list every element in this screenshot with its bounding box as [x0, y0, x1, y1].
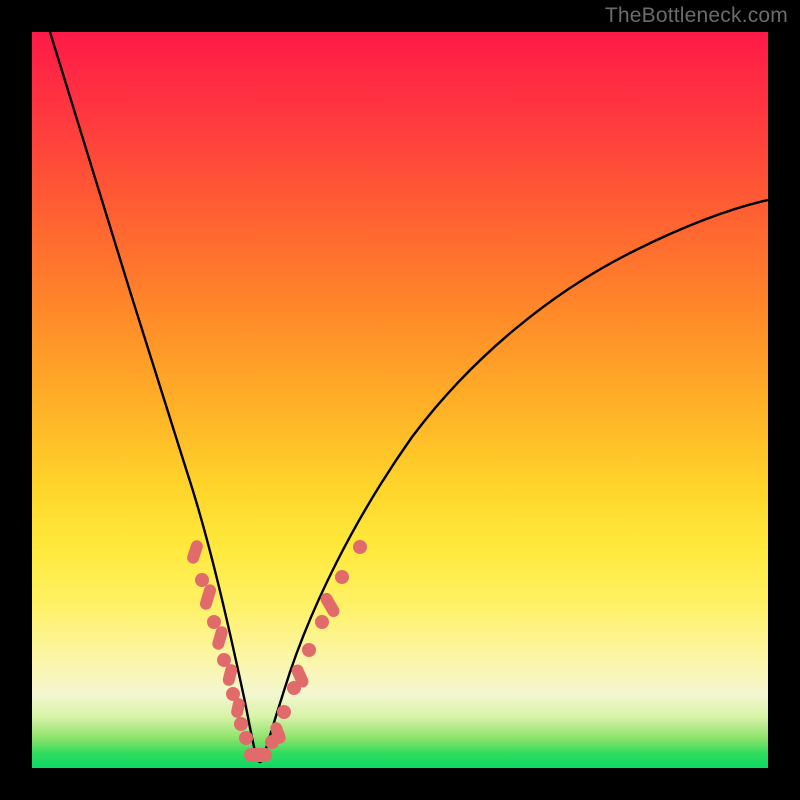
right-flank-markers	[265, 540, 367, 749]
left-flank-markers	[186, 539, 253, 745]
bottleneck-curve-svg	[32, 32, 768, 768]
bottleneck-curve-path	[50, 32, 768, 762]
trough-markers	[244, 748, 272, 762]
plot-area	[32, 32, 768, 768]
watermark-text: TheBottleneck.com	[605, 4, 788, 28]
chart-frame: TheBottleneck.com	[0, 0, 800, 800]
marker-cluster	[186, 539, 367, 762]
